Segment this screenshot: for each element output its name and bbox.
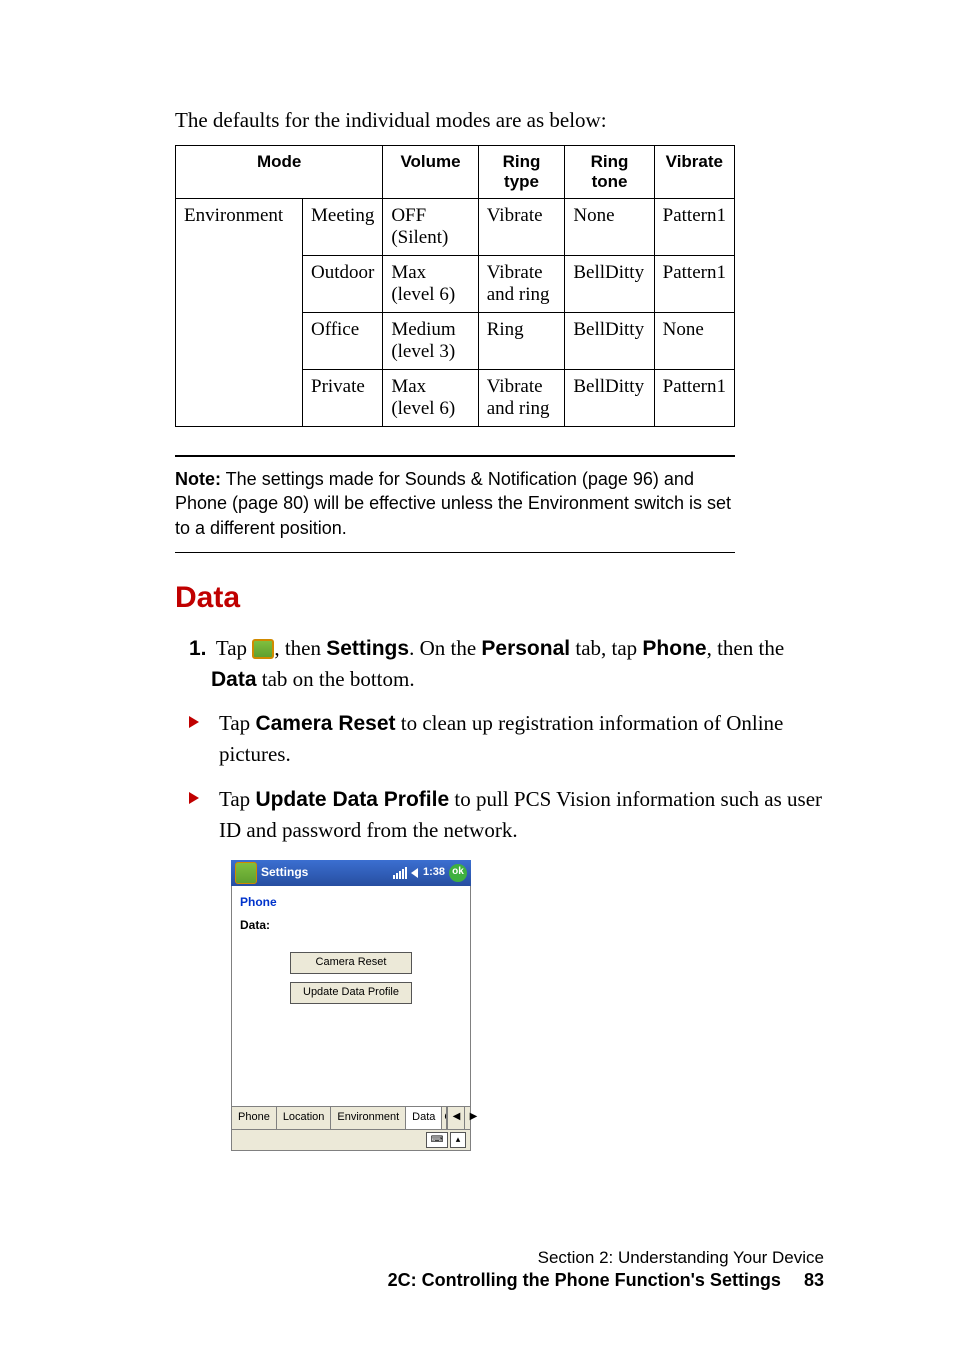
- camera-reset-button[interactable]: Camera Reset: [290, 952, 412, 974]
- sip-up-icon[interactable]: ▴: [450, 1132, 466, 1148]
- tab-phone[interactable]: Phone: [232, 1107, 277, 1129]
- embedded-screenshot: Settings 1:38 ok Phone Data: Camera Rese…: [231, 860, 471, 1151]
- cell-ringtype: Vibrate and ring: [478, 256, 565, 313]
- th-vibrate: Vibrate: [654, 146, 734, 199]
- step-number: 1.: [189, 634, 211, 664]
- screenshot-bottombar: ⌨ ▴: [231, 1130, 471, 1151]
- data-bold: Data: [211, 668, 257, 691]
- phone-label: Phone: [240, 890, 462, 913]
- signal-icon[interactable]: [393, 867, 407, 879]
- cell-ringtone: BellDitty: [565, 370, 654, 427]
- bullet-text: Tap: [219, 711, 255, 735]
- note-text: The settings made for Sounds & Notificat…: [175, 469, 731, 538]
- cell-sub: Meeting: [303, 199, 383, 256]
- th-ringtone: Ring tone: [565, 146, 654, 199]
- tab-data[interactable]: Data: [406, 1107, 442, 1129]
- screenshot-titlebar: Settings 1:38 ok: [231, 860, 471, 886]
- th-volume: Volume: [383, 146, 478, 199]
- start-icon: [252, 639, 274, 659]
- cell-sub: Outdoor: [303, 256, 383, 313]
- cell-vibrate: Pattern1: [654, 256, 734, 313]
- cell-volume: Max (level 6): [383, 256, 478, 313]
- bullet-text: Tap: [219, 787, 255, 811]
- clock-text[interactable]: 1:38: [423, 865, 445, 881]
- screenshot-body: Phone Data: Camera Reset Update Data Pro…: [231, 886, 471, 1106]
- cell-vibrate: Pattern1: [654, 199, 734, 256]
- camera-reset-bold: Camera Reset: [255, 712, 395, 735]
- red-triangle-icon: [189, 792, 199, 804]
- cell-vibrate: None: [654, 313, 734, 370]
- table-row: Environment Meeting OFF (Silent) Vibrate…: [176, 199, 735, 256]
- footer-chapter-text: 2C: Controlling the Phone Function's Set…: [388, 1270, 781, 1290]
- step-text: . On the: [409, 636, 481, 660]
- step-text: tab, tap: [570, 636, 642, 660]
- step-text: Tap: [216, 636, 252, 660]
- footer-chapter: 2C: Controlling the Phone Function's Set…: [388, 1270, 824, 1291]
- update-data-profile-button[interactable]: Update Data Profile: [290, 982, 412, 1004]
- cell-ringtype: Ring: [478, 313, 565, 370]
- screenshot-title: Settings: [261, 864, 393, 881]
- keyboard-icon[interactable]: ⌨: [426, 1132, 448, 1148]
- th-mode: Mode: [176, 146, 383, 199]
- bullet-update-data-profile: Tap Update Data Profile to pull PCS Visi…: [189, 784, 834, 846]
- screenshot-tabs: Phone Location Environment Data O ◀ ▶: [231, 1106, 471, 1130]
- section-heading-data: Data: [175, 581, 834, 615]
- cell-volume: Medium (level 3): [383, 313, 478, 370]
- settings-bold: Settings: [326, 637, 409, 660]
- th-ringtype: Ring type: [478, 146, 565, 199]
- cell-ringtype: Vibrate and ring: [478, 370, 565, 427]
- cell-ringtone: None: [565, 199, 654, 256]
- tab-location[interactable]: Location: [277, 1107, 332, 1129]
- cell-vibrate: Pattern1: [654, 370, 734, 427]
- note-block: Note: The settings made for Sounds & Not…: [175, 455, 735, 553]
- note-label: Note:: [175, 469, 221, 489]
- cell-volume: Max (level 6): [383, 370, 478, 427]
- bullet-camera-reset: Tap Camera Reset to clean up registratio…: [189, 708, 834, 770]
- page-number: 83: [804, 1270, 824, 1291]
- update-data-profile-bold: Update Data Profile: [255, 788, 449, 811]
- table-header-row: Mode Volume Ring type Ring tone Vibrate: [176, 146, 735, 199]
- step-text: tab on the bottom.: [257, 667, 415, 691]
- personal-bold: Personal: [481, 637, 570, 660]
- cell-sub: Office: [303, 313, 383, 370]
- step-text: , then: [274, 636, 326, 660]
- intro-text: The defaults for the individual modes ar…: [175, 108, 834, 133]
- ok-button[interactable]: ok: [449, 864, 467, 882]
- cell-sub: Private: [303, 370, 383, 427]
- page-footer: Section 2: Understanding Your Device 2C:…: [388, 1248, 824, 1291]
- footer-section: Section 2: Understanding Your Device: [388, 1248, 824, 1268]
- cell-ringtype: Vibrate: [478, 199, 565, 256]
- red-triangle-icon: [189, 716, 199, 728]
- step-text: , then the: [707, 636, 785, 660]
- tab-environment[interactable]: Environment: [331, 1107, 406, 1129]
- modes-table: Mode Volume Ring type Ring tone Vibrate …: [175, 145, 735, 427]
- step-1: 1. Tap , then Settings. On the Personal …: [189, 633, 834, 1151]
- cell-ringtone: BellDitty: [565, 313, 654, 370]
- start-icon[interactable]: [235, 862, 257, 884]
- cell-environment: Environment: [176, 199, 303, 427]
- cell-ringtone: BellDitty: [565, 256, 654, 313]
- phone-bold: Phone: [642, 637, 706, 660]
- cell-volume: OFF (Silent): [383, 199, 478, 256]
- tab-scroll-right[interactable]: ▶: [464, 1107, 481, 1129]
- data-label: Data:: [240, 913, 462, 944]
- speaker-icon[interactable]: [411, 868, 418, 878]
- tab-scroll-left[interactable]: ◀: [447, 1107, 464, 1129]
